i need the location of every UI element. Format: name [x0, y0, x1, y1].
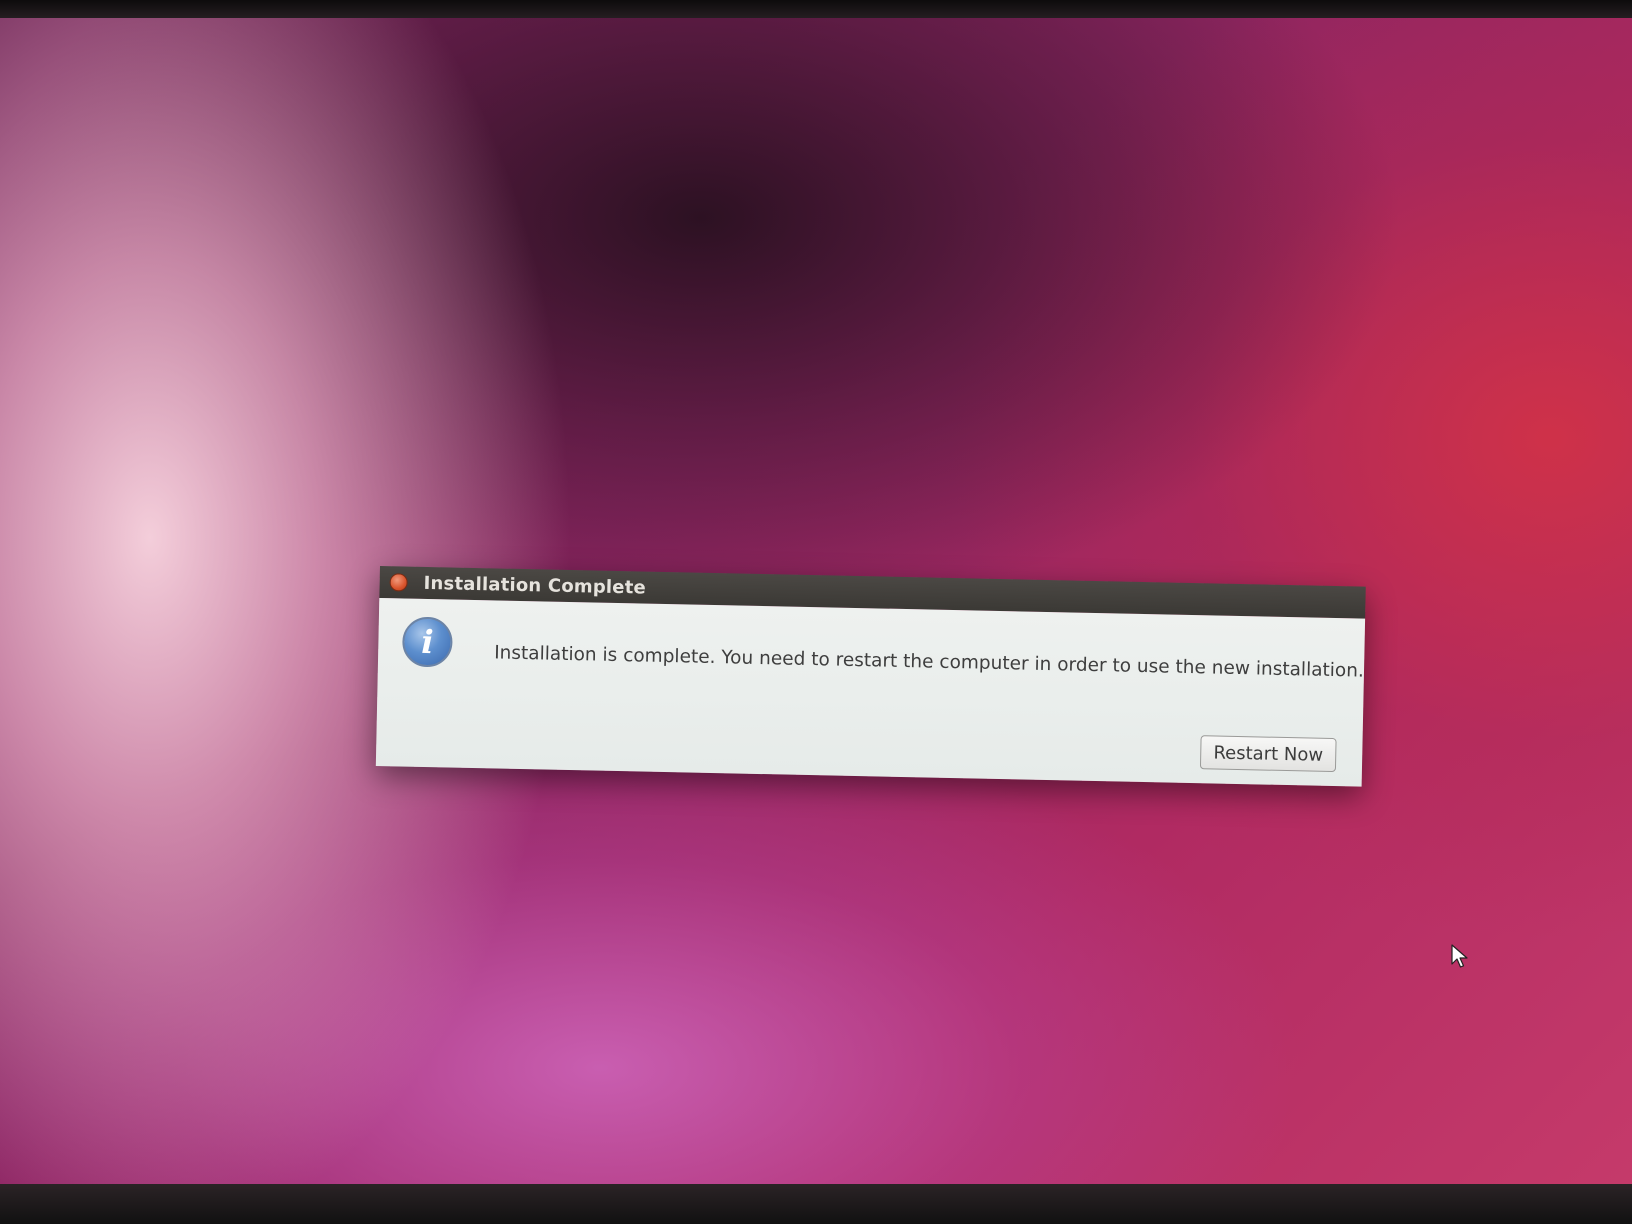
- installation-complete-dialog: Installation Complete i Installation is …: [375, 566, 1366, 787]
- restart-now-button[interactable]: Restart Now: [1199, 735, 1337, 773]
- close-icon[interactable]: [389, 573, 408, 592]
- dialog-body: i Installation is complete. You need to …: [375, 597, 1366, 787]
- monitor-bezel-bottom: [0, 1184, 1632, 1224]
- info-icon-glyph: i: [420, 622, 434, 662]
- dialog-message: Installation is complete. You need to re…: [493, 642, 1365, 682]
- dialog-title: Installation Complete: [423, 572, 647, 599]
- info-icon: i: [401, 616, 453, 668]
- mouse-pointer-icon: [1451, 944, 1468, 968]
